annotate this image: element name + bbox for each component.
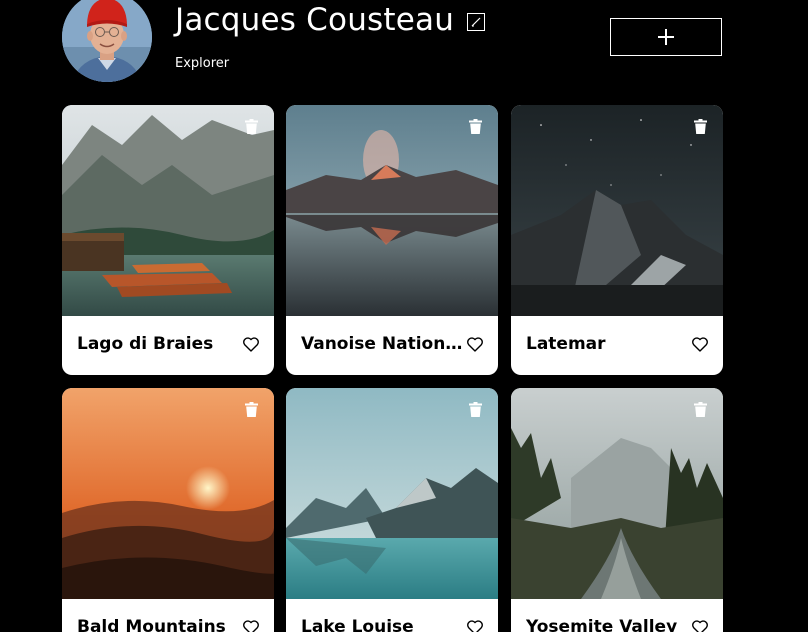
profile: Jacques Cousteau Explorer <box>62 0 722 82</box>
heart-icon[interactable] <box>467 620 483 632</box>
place-card: Yosemite Valley <box>511 388 723 632</box>
place-title: Vanoise National Park <box>301 334 463 354</box>
plus-icon <box>658 29 674 45</box>
place-image[interactable] <box>511 388 723 599</box>
trash-icon[interactable] <box>245 402 258 417</box>
place-card: Lake Louise <box>286 388 498 632</box>
place-title: Yosemite Valley <box>526 617 678 632</box>
trash-icon[interactable] <box>694 402 707 417</box>
profile-name: Jacques Cousteau <box>175 2 455 38</box>
trash-icon[interactable] <box>469 119 482 134</box>
place-image[interactable] <box>286 388 498 599</box>
heart-icon[interactable] <box>692 337 708 352</box>
place-card: Vanoise National Park <box>286 105 498 375</box>
place-image[interactable] <box>62 388 274 599</box>
heart-icon[interactable] <box>467 337 483 352</box>
trash-icon[interactable] <box>245 119 258 134</box>
heart-icon[interactable] <box>692 620 708 632</box>
trash-icon[interactable] <box>694 119 707 134</box>
add-place-button[interactable] <box>610 18 722 56</box>
pencil-icon <box>471 17 481 27</box>
page: Jacques Cousteau Explorer Lago di Braies… <box>0 0 808 632</box>
edit-profile-button[interactable] <box>467 13 485 31</box>
profile-about: Explorer <box>175 56 230 71</box>
place-card: Latemar <box>511 105 723 375</box>
place-image[interactable] <box>286 105 498 316</box>
avatar-image <box>62 0 152 82</box>
heart-icon[interactable] <box>243 620 259 632</box>
place-title: Lago di Braies <box>77 334 214 354</box>
place-image[interactable] <box>511 105 723 316</box>
heart-icon[interactable] <box>243 337 259 352</box>
avatar[interactable] <box>62 0 152 82</box>
place-image[interactable] <box>62 105 274 316</box>
place-card: Bald Mountains <box>62 388 274 632</box>
place-card: Lago di Braies <box>62 105 274 375</box>
place-title: Bald Mountains <box>77 617 226 632</box>
place-title: Lake Louise <box>301 617 414 632</box>
place-title: Latemar <box>526 334 606 354</box>
trash-icon[interactable] <box>469 402 482 417</box>
